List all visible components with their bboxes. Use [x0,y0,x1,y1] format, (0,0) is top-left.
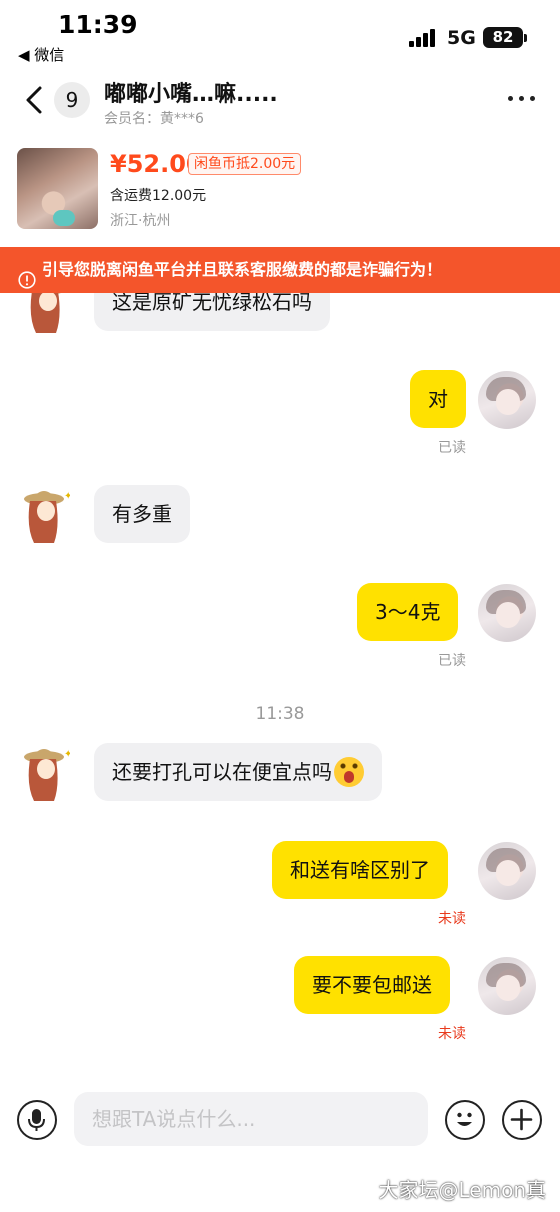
more-dots-icon[interactable] [504,86,540,110]
warning-text: 引导您脱离闲鱼平台并且联系客服缴费的都是诈骗行为！ [42,260,443,279]
read-status: 已读 [438,440,466,456]
warning-icon [18,261,36,289]
message-text: 还要打孔可以在便宜点吗 [112,760,332,784]
watermark: 大家坛@Lemon真 [378,1178,547,1202]
coin-discount-tag: 闲鱼币抵2.00元 [188,153,302,175]
plus-icon[interactable] [502,1100,542,1140]
mic-icon[interactable] [17,1100,57,1140]
chat-title[interactable]: 嘟嘟小嘴…嘛..... [104,76,278,108]
signal-icon [409,29,439,47]
seller-avatar[interactable]: ✦ [22,487,72,545]
message-bubble[interactable]: 这是原矿无忧绿松石吗 [94,293,330,331]
message-bubble[interactable]: 有多重 [94,485,190,543]
input-bar [0,1085,560,1155]
astonished-emoji-icon [334,756,364,787]
message-timestamp: 11:38 [255,704,305,724]
my-avatar[interactable] [478,371,536,429]
fraud-warning-banner: 引导您脱离闲鱼平台并且联系客服缴费的都是诈骗行为！ [0,247,560,293]
my-avatar[interactable] [478,957,536,1015]
message-bubble[interactable]: 要不要包邮送 [294,956,450,1014]
unread-status: 未读 [438,911,466,927]
emoji-icon[interactable] [445,1100,485,1140]
message-bubble[interactable]: 3～4克 [357,583,459,641]
battery-cap [524,34,527,42]
back-to-wechat-link[interactable]: ◀ 微信 [18,44,64,65]
message-input[interactable] [74,1092,428,1146]
unread-count-badge[interactable]: 9 [54,82,90,118]
product-card[interactable]: ¥52.00 闲鱼币抵2.00元 含运费12.00元 浙江·杭州 [0,140,560,238]
message-bubble[interactable]: 还要打孔可以在便宜点吗 [94,743,382,801]
message-bubble[interactable]: 和送有啥区别了 [272,841,448,899]
network-type: 5G [447,27,476,49]
seller-avatar[interactable]: ✦ [22,745,72,803]
unread-status: 未读 [438,1026,466,1042]
my-avatar[interactable] [478,584,536,642]
product-image[interactable] [17,148,98,229]
chat-header: 9 嘟嘟小嘴…嘛..... 会员名：黄***6 [0,70,560,132]
battery-icon: 82 [483,27,523,48]
back-chevron-icon[interactable] [20,80,54,120]
read-status: 已读 [438,653,466,669]
shipping-fee: 含运费12.00元 [110,188,207,204]
status-time: 11:39 [58,10,138,39]
product-location: 浙江·杭州 [110,213,171,229]
message-bubble[interactable]: 对 [410,370,466,428]
seller-avatar[interactable] [22,293,70,335]
status-bar: 11:39 ◀ 微信 5G 82 [0,0,560,70]
svg-text:✦: ✦ [64,491,70,502]
message-list[interactable]: 这是原矿无忧绿松石吗 对 已读 ✦ 有多重 3～4克 已读 11:38 ✦ 还要… [0,293,560,1063]
member-name: 会员名：黄***6 [104,111,204,127]
svg-text:✦: ✦ [64,749,70,760]
my-avatar[interactable] [478,842,536,900]
